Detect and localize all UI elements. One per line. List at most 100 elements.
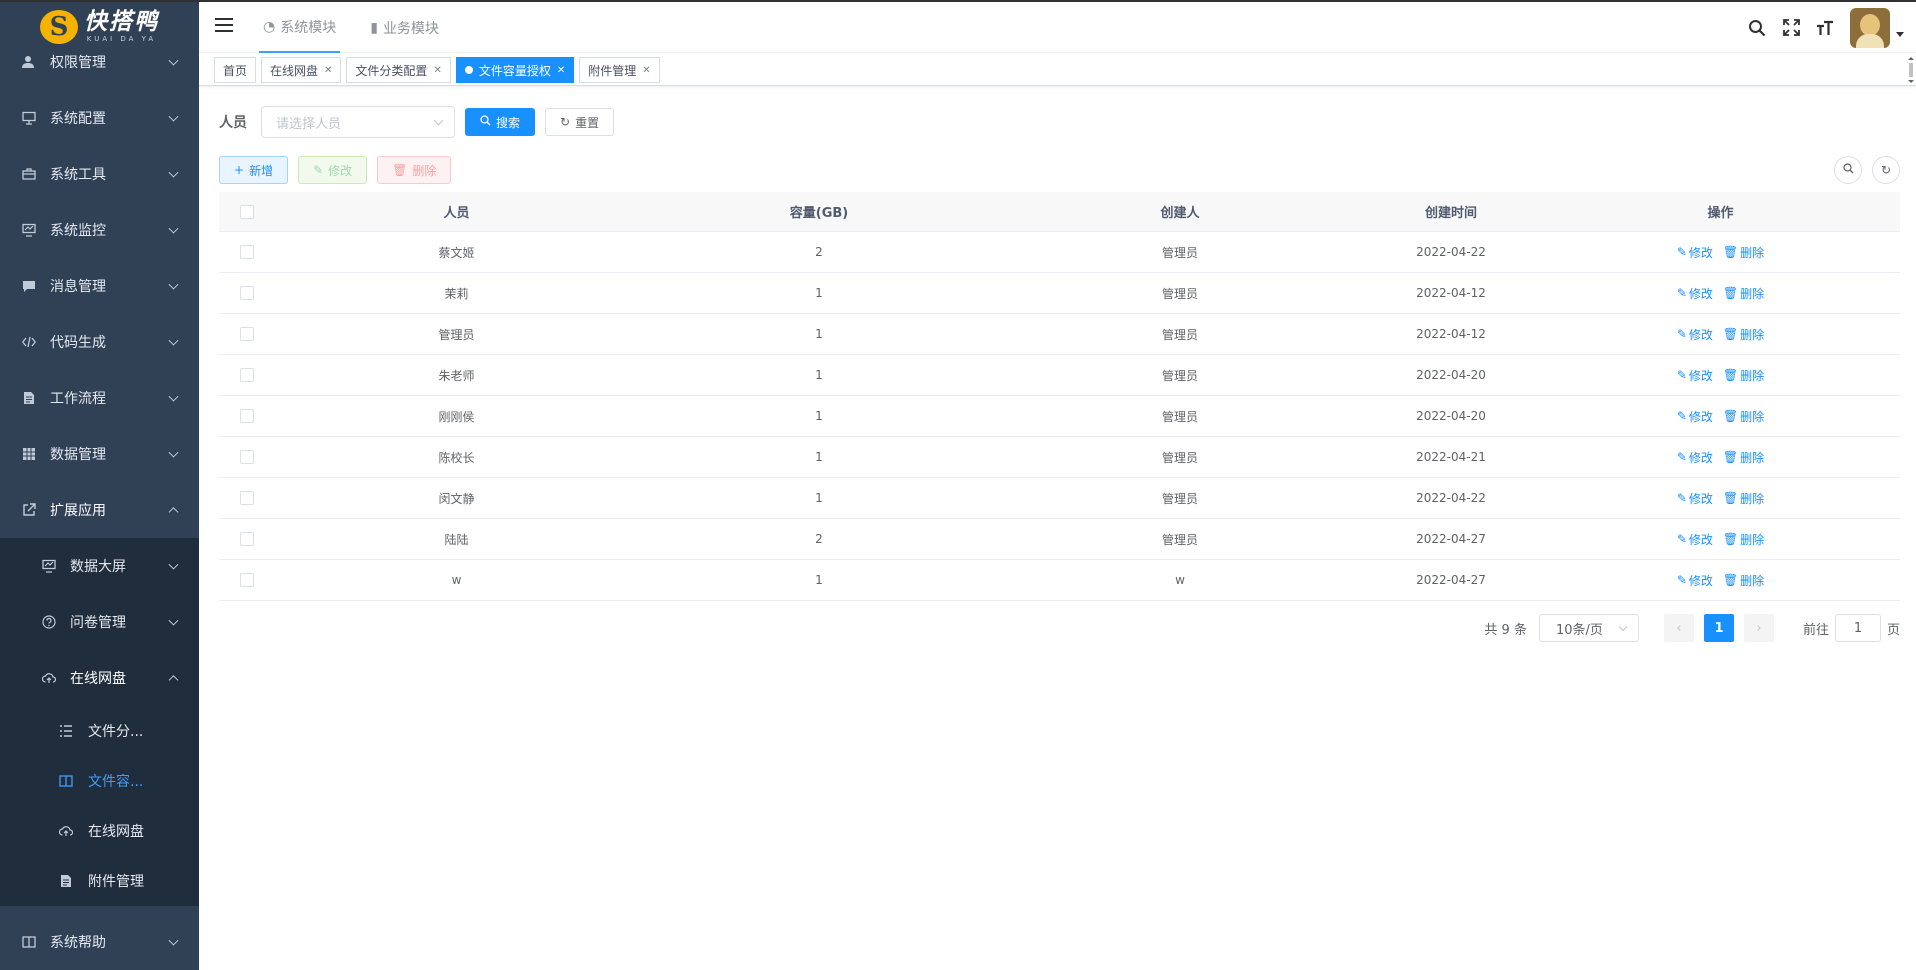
cell-ops: ✎ 修改 🗑 删除 — [1541, 449, 1900, 466]
row-checkbox[interactable] — [239, 491, 254, 505]
cell-user: 蔡文姬 — [438, 245, 475, 260]
delete-button[interactable]: 🗑 删除 — [377, 156, 452, 184]
toggle-search-button[interactable] — [1834, 156, 1862, 184]
row-checkbox[interactable] — [239, 532, 254, 546]
sidebar-item-file-capacity[interactable]: 文件容... — [0, 756, 199, 806]
edit-icon: ✎ — [1676, 368, 1687, 382]
hamburger-icon[interactable] — [215, 18, 233, 36]
row-delete-link[interactable]: 🗑 删除 — [1723, 572, 1764, 589]
sidebar-item-online-disk-page[interactable]: 在线网盘 — [0, 806, 199, 856]
sidebar-item-file-category[interactable]: 文件分... — [0, 706, 199, 756]
row-delete-link[interactable]: 🗑 删除 — [1723, 490, 1764, 507]
sidebar-item-codegen[interactable]: 代码生成 — [0, 314, 199, 370]
row-edit-link[interactable]: ✎ 修改 — [1677, 367, 1713, 384]
row-delete-link[interactable]: 🗑 删除 — [1723, 244, 1764, 261]
row-checkbox[interactable] — [239, 245, 254, 259]
row-edit-link[interactable]: ✎ 修改 — [1677, 326, 1713, 343]
trash-icon: 🗑 — [1722, 573, 1739, 587]
close-icon[interactable]: ✕ — [557, 65, 565, 76]
fullscreen-icon[interactable] — [1774, 19, 1808, 36]
next-page-button[interactable]: › — [1743, 614, 1774, 642]
edit-button[interactable]: ✎ 修改 — [298, 156, 368, 184]
row-edit-link[interactable]: ✎ 修改 — [1677, 449, 1713, 466]
table-row: 陈校长 1 管理员 2022-04-21 ✎ 修改 🗑 删除 — [219, 437, 1900, 478]
sidebar-item-extension[interactable]: 扩展应用 — [0, 482, 199, 538]
row-edit-link[interactable]: ✎ 修改 — [1677, 490, 1713, 507]
sidebar-item-online-disk[interactable]: 在线网盘 — [0, 650, 199, 706]
row-delete-label: 删除 — [1740, 491, 1765, 506]
tab-system-module[interactable]: ◔ 系统模块 — [259, 2, 341, 53]
cell-time: 2022-04-20 — [1416, 368, 1486, 382]
cell-creator: 管理员 — [1161, 532, 1198, 547]
sidebar-item-permission[interactable]: 权限管理 — [0, 34, 199, 90]
row-checkbox[interactable] — [239, 368, 254, 382]
row-checkbox[interactable] — [239, 327, 254, 341]
row-delete-link[interactable]: 🗑 删除 — [1723, 326, 1764, 343]
sidebar-item-system-config[interactable]: 系统配置 — [0, 90, 199, 146]
row-delete-link[interactable]: 🗑 删除 — [1723, 367, 1764, 384]
tab-business-module[interactable]: ▮ 业务模块 — [366, 2, 443, 53]
cell-time: 2022-04-22 — [1416, 491, 1486, 505]
add-button[interactable]: + 新增 — [219, 156, 289, 184]
avatar[interactable] — [1850, 7, 1890, 48]
sidebar-item-message[interactable]: 消息管理 — [0, 258, 199, 314]
search-button[interactable]: 搜索 — [465, 108, 536, 136]
sidebar-item-workflow[interactable]: 工作流程 — [0, 370, 199, 426]
sidebar-item-system-tools[interactable]: 系统工具 — [0, 146, 199, 202]
tag-file-category[interactable]: 文件分类配置 ✕ — [346, 57, 451, 83]
tag-attachment[interactable]: 附件管理 ✕ — [579, 57, 660, 83]
sidebar-item-data[interactable]: 数据管理 — [0, 426, 199, 482]
page-number-current[interactable]: 1 — [1703, 614, 1734, 642]
row-edit-link[interactable]: ✎ 修改 — [1677, 531, 1713, 548]
row-checkbox[interactable] — [239, 409, 254, 423]
row-delete-link[interactable]: 🗑 删除 — [1723, 531, 1764, 548]
cell-creator: 管理员 — [1161, 491, 1198, 506]
row-edit-link[interactable]: ✎ 修改 — [1677, 244, 1713, 261]
row-edit-link[interactable]: ✎ 修改 — [1677, 285, 1713, 302]
row-edit-link[interactable]: ✎ 修改 — [1677, 408, 1713, 425]
tag-home[interactable]: 首页 — [214, 57, 257, 83]
message-icon — [20, 279, 38, 293]
prev-page-button[interactable]: ‹ — [1663, 614, 1694, 642]
chevron-down-icon — [168, 55, 179, 66]
row-checkbox[interactable] — [239, 450, 254, 464]
sidebar-item-questionnaire[interactable]: 问卷管理 — [0, 594, 199, 650]
row-edit-label: 修改 — [1688, 532, 1713, 547]
online-disk-submenu: 文件分... 文件容... 在线网盘 附件管理 — [0, 706, 199, 906]
sidebar-item-label: 代码生成 — [50, 335, 106, 351]
font-size-icon[interactable] — [1808, 19, 1842, 37]
close-icon[interactable]: ✕ — [642, 65, 650, 76]
user-select[interactable]: 请选择人员 — [261, 106, 455, 138]
row-checkbox[interactable] — [239, 573, 254, 587]
search-form: 人员 请选择人员 搜索 ↻ 重置 — [219, 106, 615, 138]
close-icon[interactable]: ✕ — [324, 65, 332, 76]
close-icon[interactable]: ✕ — [433, 65, 441, 76]
row-edit-link[interactable]: ✎ 修改 — [1677, 572, 1713, 589]
row-delete-link[interactable]: 🗑 删除 — [1723, 449, 1764, 466]
cell-capacity: 1 — [815, 450, 823, 464]
caret-down-icon[interactable] — [1896, 32, 1904, 37]
row-delete-link[interactable]: 🗑 删除 — [1723, 285, 1764, 302]
row-checkbox[interactable] — [239, 286, 254, 300]
sidebar-item-help[interactable]: 系统帮助 — [0, 914, 199, 970]
scrollbar[interactable] — [1906, 54, 1916, 86]
row-edit-label: 修改 — [1688, 286, 1713, 301]
edit-icon: ✎ — [313, 163, 324, 177]
refresh-button[interactable]: ↻ — [1872, 156, 1900, 184]
search-icon[interactable] — [1740, 19, 1774, 37]
sidebar-item-attachment[interactable]: 附件管理 — [0, 856, 199, 906]
cloud-upload-icon — [40, 671, 58, 685]
tag-online-disk[interactable]: 在线网盘 ✕ — [261, 57, 342, 83]
code-icon — [20, 335, 38, 349]
tag-file-capacity[interactable]: 文件容量授权 ✕ — [455, 57, 575, 83]
select-all-checkbox[interactable] — [239, 204, 254, 219]
sidebar-item-system-monitor[interactable]: 系统监控 — [0, 202, 199, 258]
table-row: 朱老师 1 管理员 2022-04-20 ✎ 修改 🗑 删除 — [219, 355, 1900, 396]
goto-page-input[interactable]: 1 — [1834, 614, 1881, 642]
page-size-select[interactable]: 10条/页 — [1538, 614, 1639, 642]
sidebar-item-data-screen[interactable]: 数据大屏 — [0, 538, 199, 594]
chevron-down-icon — [168, 559, 179, 570]
cell-capacity: 1 — [815, 368, 823, 382]
row-delete-link[interactable]: 🗑 删除 — [1723, 408, 1764, 425]
reset-button[interactable]: ↻ 重置 — [545, 108, 615, 136]
